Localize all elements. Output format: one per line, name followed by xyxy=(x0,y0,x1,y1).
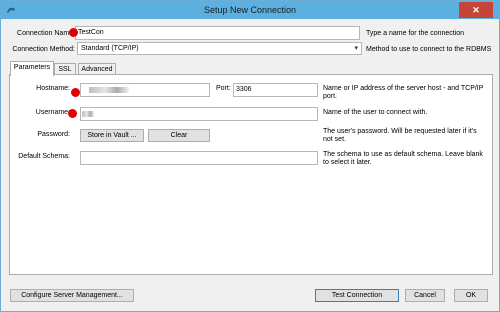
connection-method-hint: Method to use to connect to the RDBMS xyxy=(366,46,492,53)
annotation-marker xyxy=(68,109,77,118)
port-value: 3306 xyxy=(236,86,252,93)
connection-name-value: TestCon xyxy=(78,29,104,36)
username-hint: Name of the user to connect with. xyxy=(323,109,428,116)
test-connection-button[interactable]: Test Connection xyxy=(315,289,399,302)
configure-server-management-button[interactable]: Configure Server Management... xyxy=(10,289,134,302)
password-label: Password: xyxy=(37,131,70,138)
annotation-marker xyxy=(71,88,80,97)
connection-name-input[interactable]: TestCon xyxy=(75,26,360,40)
tab-ssl-label: SSL xyxy=(58,66,72,73)
hostname-label: Hostname: xyxy=(36,85,70,92)
connection-name-label: Connection Name: xyxy=(17,30,75,37)
title-bar[interactable]: Setup New Connection ✕ xyxy=(1,1,499,19)
close-icon: ✕ xyxy=(472,5,480,15)
connection-method-label: Connection Method: xyxy=(12,46,75,53)
default-schema-hint: The schema to use as default schema. Lea… xyxy=(323,151,483,166)
connection-method-select[interactable]: Standard (TCP/IP) ▾ xyxy=(77,42,362,55)
chevron-down-icon: ▾ xyxy=(354,45,358,52)
redacted-hostname xyxy=(89,87,129,93)
cancel-button[interactable]: Cancel xyxy=(405,289,445,302)
connection-name-hint: Type a name for the connection xyxy=(366,30,465,37)
tab-parameters-label: Parameters xyxy=(13,64,51,71)
store-in-vault-button[interactable]: Store in Vault ... xyxy=(80,129,144,142)
close-button[interactable]: ✕ xyxy=(459,2,493,18)
window-title: Setup New Connection xyxy=(203,5,297,15)
hostname-hint: Name or IP address of the server host - … xyxy=(323,85,484,100)
tab-parameters[interactable]: Parameters xyxy=(10,61,54,76)
username-label: Username: xyxy=(35,109,70,116)
clear-password-button[interactable]: Clear xyxy=(148,129,210,142)
hostname-input[interactable] xyxy=(80,83,210,97)
connection-method-value: Standard (TCP/IP) xyxy=(81,45,139,52)
ok-button[interactable]: OK xyxy=(454,289,488,302)
button-bar: Configure Server Management... Test Conn… xyxy=(1,281,499,311)
username-input[interactable] xyxy=(80,107,318,121)
default-schema-label: Default Schema: xyxy=(18,153,70,160)
parameters-panel: Hostname: Port: 3306 Name or IP address … xyxy=(9,74,493,275)
redacted-username xyxy=(82,111,94,117)
annotation-marker xyxy=(69,28,78,37)
setup-connection-dialog: Setup New Connection ✕ Connection Name: … xyxy=(0,0,500,312)
password-hint: The user's password. Will be requested l… xyxy=(323,128,477,143)
port-input[interactable]: 3306 xyxy=(233,83,318,97)
default-schema-input[interactable] xyxy=(80,151,318,165)
port-label: Port: xyxy=(216,85,231,92)
tab-advanced-label: Advanced xyxy=(81,66,113,73)
